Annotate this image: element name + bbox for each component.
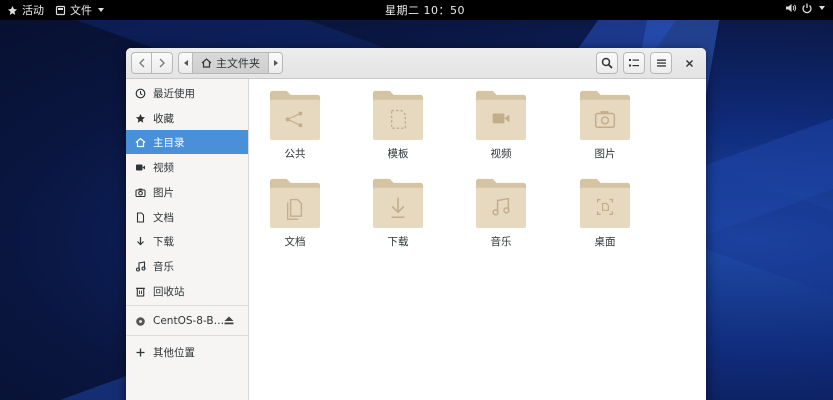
view-mode-button[interactable]: [623, 52, 645, 74]
sidebar-item-label: 最近使用: [153, 87, 195, 100]
activities-button[interactable]: 活动: [6, 2, 44, 18]
sidebar-item-label: 音乐: [153, 260, 174, 273]
content-area: 最近使用 收藏 主目录 视频 图片 文档 下载 音乐 回收站 CentOS-8-B… 其他位置 公…: [126, 79, 706, 400]
search-button[interactable]: [596, 52, 618, 74]
file-item-label: 视频: [490, 148, 512, 160]
sidebar-item[interactable]: 文档: [126, 205, 248, 229]
close-icon: [685, 59, 693, 67]
chevron-left-icon: [138, 58, 144, 68]
file-grid: 公共 模板 视频 图片 文档 下载 音乐 桌面: [250, 79, 706, 400]
hamburger-icon: [656, 59, 666, 67]
chevron-down-icon: [98, 8, 104, 12]
file-item-label: 公共: [284, 148, 306, 160]
sidebar-item[interactable]: 下载: [126, 229, 248, 253]
file-item[interactable]: 视频: [461, 87, 541, 167]
folder-icon: [372, 178, 424, 229]
sidebar-item-label: 收藏: [153, 112, 174, 125]
sidebar-separator: [126, 335, 248, 336]
chevron-down-icon: [819, 6, 825, 10]
chevron-right-icon: [159, 58, 165, 68]
sidebar-item-label: 文档: [153, 211, 174, 224]
file-item-label: 模板: [387, 148, 409, 160]
back-button[interactable]: [131, 52, 152, 74]
sidebar-item-label: 图片: [153, 186, 174, 199]
file-item[interactable]: 图片: [565, 87, 645, 167]
file-item[interactable]: 文档: [255, 175, 335, 255]
download-icon: [135, 236, 146, 247]
sidebar-item[interactable]: 图片: [126, 180, 248, 204]
sidebar-item-label: 下载: [153, 235, 174, 248]
folder-icon: [372, 90, 424, 141]
folder-icon: [475, 90, 527, 141]
video-icon: [135, 162, 146, 173]
places-sidebar: 最近使用收藏主目录视频图片文档下载音乐回收站 CentOS-8-B… 其他位置: [126, 79, 249, 400]
sidebar-item[interactable]: 主目录: [126, 130, 248, 154]
sidebar-item-label: 回收站: [153, 285, 185, 298]
file-item-label: 文档: [284, 236, 306, 248]
home-icon: [135, 137, 146, 148]
clock[interactable]: 星期二 10：50: [385, 2, 465, 18]
sidebar-item[interactable]: 收藏: [126, 106, 248, 130]
folder-icon: [475, 178, 527, 229]
files-app-icon: [54, 4, 66, 16]
sidebar-item-device[interactable]: CentOS-8-B…: [126, 309, 248, 333]
document-icon: [135, 211, 146, 223]
file-item[interactable]: 桌面: [565, 175, 645, 255]
file-item-label: 桌面: [594, 236, 616, 248]
triangle-left-icon: [183, 60, 188, 66]
file-manager-window: 主文件夹 最近使用 收藏 主目录 视频 图片 文档 下载 音乐 回收站 CentOS-8-B… 其…: [126, 48, 706, 400]
path-crumb-home[interactable]: 主文件夹: [192, 52, 269, 74]
clock-icon: [135, 88, 146, 99]
menu-button[interactable]: [650, 52, 672, 74]
sidebar-item[interactable]: 最近使用: [126, 81, 248, 105]
header-bar: 主文件夹: [126, 48, 706, 79]
disc-icon: [135, 316, 146, 327]
power-icon: [801, 2, 813, 14]
file-item[interactable]: 音乐: [461, 175, 541, 255]
activities-label: 活动: [22, 4, 44, 17]
sidebar-item-label: 主目录: [153, 136, 185, 149]
list-view-icon: [629, 59, 639, 67]
plus-icon: [135, 347, 146, 358]
sidebar-item[interactable]: 音乐: [126, 254, 248, 278]
path-bar: 主文件夹: [178, 52, 283, 74]
search-icon: [601, 57, 613, 69]
folder-icon: [579, 90, 631, 141]
file-item-label: 下载: [387, 236, 409, 248]
sidebar-item-label: 视频: [153, 161, 174, 174]
sidebar-separator: [126, 305, 248, 306]
top-bar: 活动 文件 星期二 10：50: [0, 0, 833, 20]
file-item[interactable]: 下载: [358, 175, 438, 255]
close-button[interactable]: [679, 52, 699, 74]
path-crumb-label: 主文件夹: [216, 57, 260, 70]
file-item[interactable]: 模板: [358, 87, 438, 167]
volume-icon: [785, 2, 797, 14]
folder-icon: [579, 178, 631, 229]
path-scroll-left-button[interactable]: [178, 52, 192, 74]
sidebar-item[interactable]: 视频: [126, 155, 248, 179]
history-buttons: [131, 52, 173, 74]
sidebar-item[interactable]: 回收站: [126, 279, 248, 303]
file-item-label: 图片: [594, 148, 616, 160]
activities-icon: [6, 4, 18, 16]
app-menu-label: 文件: [70, 4, 92, 17]
file-item-label: 音乐: [490, 236, 512, 248]
triangle-right-icon: [273, 60, 278, 66]
trash-icon: [135, 286, 146, 297]
folder-icon: [269, 90, 321, 141]
system-menu[interactable]: [785, 2, 825, 14]
eject-icon[interactable]: [224, 316, 234, 328]
music-icon: [135, 260, 146, 272]
camera-icon: [135, 187, 146, 198]
home-icon: [201, 58, 212, 68]
file-item[interactable]: 公共: [255, 87, 335, 167]
folder-icon: [269, 178, 321, 229]
sidebar-item-other-locations[interactable]: 其他位置: [126, 340, 248, 364]
forward-button[interactable]: [152, 52, 173, 74]
app-menu-button[interactable]: 文件: [54, 2, 104, 18]
star-icon: [135, 113, 146, 124]
other-locations-label: 其他位置: [153, 346, 195, 359]
device-label: CentOS-8-B…: [153, 315, 225, 327]
path-scroll-right-button[interactable]: [269, 52, 283, 74]
